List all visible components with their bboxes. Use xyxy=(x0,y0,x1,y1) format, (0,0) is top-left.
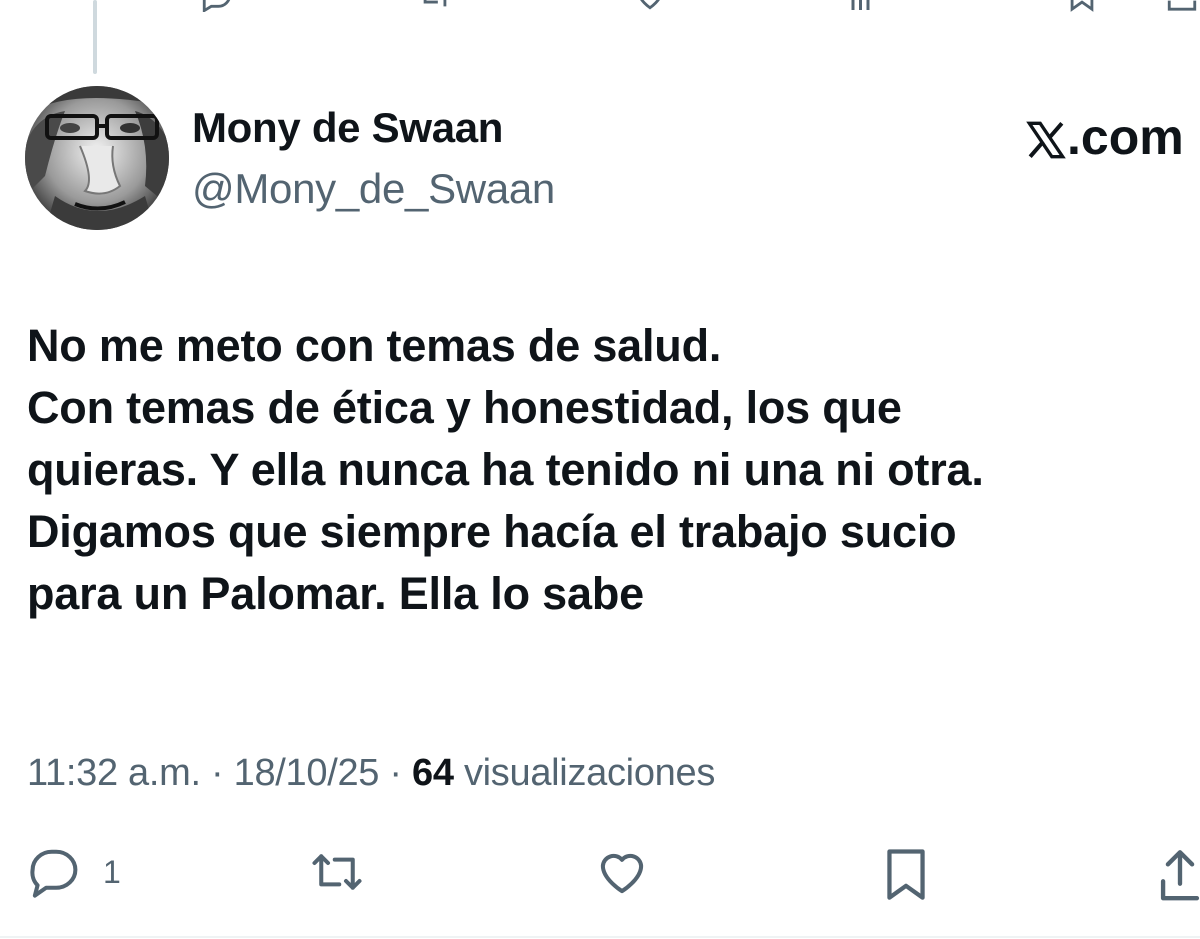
views-label: visualizaciones xyxy=(463,752,716,794)
user-handle[interactable]: @Mony_de_Swaan xyxy=(192,165,555,213)
speech-bubble-icon xyxy=(27,845,81,899)
tweet-date[interactable]: 18/10/25 xyxy=(234,752,380,794)
reply-count: 1 xyxy=(103,853,121,890)
divider xyxy=(0,936,1200,938)
bookmark-icon xyxy=(880,845,932,903)
display-name[interactable]: Mony de Swaan xyxy=(192,104,503,152)
thread-connector-line xyxy=(93,0,97,74)
retweet-button[interactable] xyxy=(306,845,368,899)
retweet-icon[interactable] xyxy=(415,0,455,17)
reply-icon[interactable] xyxy=(200,0,234,17)
tweet-text-line: No me meto con temas de salud. xyxy=(27,320,722,371)
avatar[interactable] xyxy=(25,86,169,230)
share-icon xyxy=(1160,845,1200,903)
tweet-text-line: Con temas de ética y honestidad, los que xyxy=(27,382,902,433)
share-icon[interactable] xyxy=(1165,0,1199,17)
previous-tweet-actions xyxy=(0,0,1200,14)
tweet-screenshot: Mony de Swaan @Mony_de_Swaan .com No me … xyxy=(0,0,1200,939)
like-button[interactable] xyxy=(594,845,650,899)
heart-icon[interactable] xyxy=(632,0,668,17)
tweet-text: No me meto con temas de salud. Con temas… xyxy=(27,315,1197,625)
bookmark-button[interactable] xyxy=(880,845,932,903)
tweet-actions-bar: 1 xyxy=(0,845,1200,915)
tweet-text-line: quieras. Y ella nunca ha tenido ni una n… xyxy=(27,444,984,495)
views-icon[interactable] xyxy=(848,0,878,17)
retweet-icon xyxy=(306,845,368,899)
meta-separator: · xyxy=(200,752,234,794)
brand-watermark: .com xyxy=(1025,108,1184,172)
heart-icon xyxy=(594,845,650,899)
reply-button[interactable]: 1 xyxy=(27,845,121,899)
tweet-metadata: 11:32 a.m. · 18/10/25 · 64 visualizacion… xyxy=(27,752,715,795)
tweet-time[interactable]: 11:32 a.m. xyxy=(27,752,201,794)
tweet-text-line: para un Palomar. Ella lo sabe xyxy=(27,568,644,619)
meta-separator: · xyxy=(379,752,413,794)
avatar-portrait xyxy=(25,86,169,230)
share-button[interactable] xyxy=(1160,845,1200,903)
bookmark-icon[interactable] xyxy=(1065,0,1099,17)
x-logo-icon xyxy=(1025,114,1067,172)
brand-domain: .com xyxy=(1067,109,1184,165)
views-count: 64 xyxy=(412,752,454,794)
tweet-text-line: Digamos que siempre hacía el trabajo suc… xyxy=(27,506,957,557)
